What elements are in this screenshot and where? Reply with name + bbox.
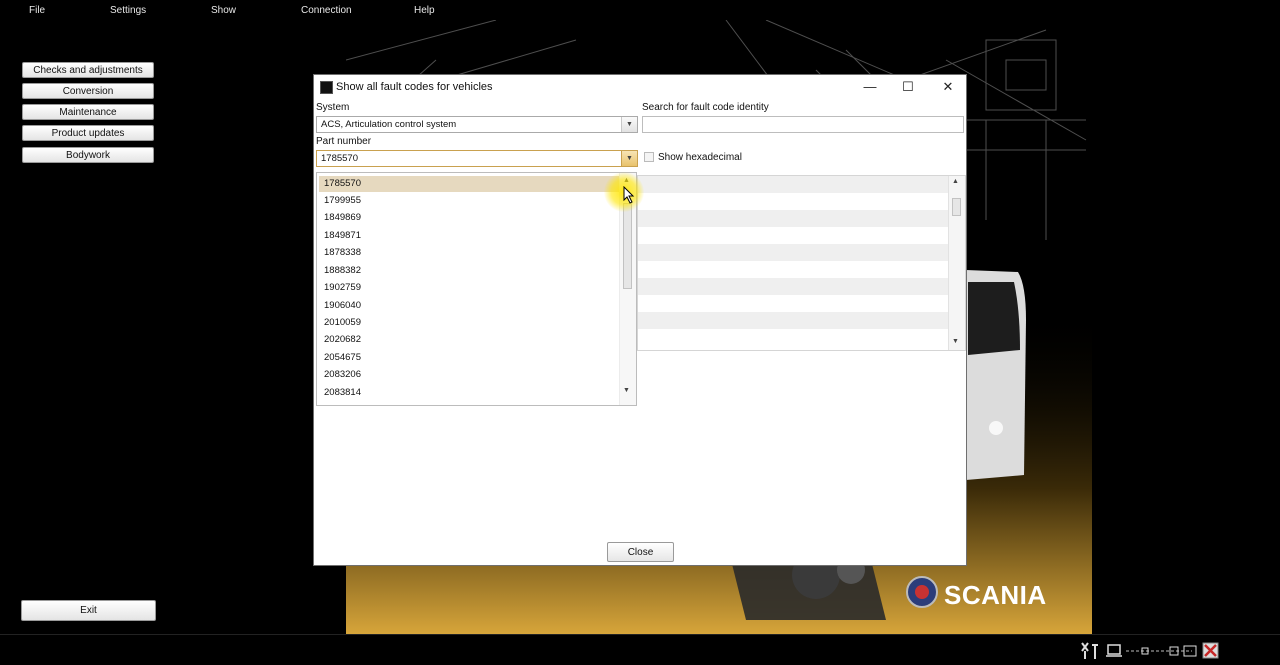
list-item[interactable]: 2083206 bbox=[319, 367, 619, 383]
list-item[interactable]: 2054675 bbox=[319, 350, 619, 366]
mouse-pointer-icon bbox=[623, 186, 635, 204]
search-fault-code-input[interactable] bbox=[642, 116, 964, 133]
table-row[interactable] bbox=[638, 244, 950, 261]
menu-bar: File Settings Show Connection Help bbox=[0, 0, 1280, 22]
list-item[interactable]: 1878338 bbox=[319, 245, 619, 261]
system-select[interactable]: ACS, Articulation control system ▼ bbox=[316, 116, 638, 133]
product-updates-button[interactable]: Product updates bbox=[22, 125, 154, 141]
list-item[interactable]: 1906040 bbox=[319, 298, 619, 314]
scrollbar-thumb[interactable] bbox=[952, 198, 961, 216]
list-item[interactable]: 2010059 bbox=[319, 315, 619, 331]
show-hexadecimal-checkbox[interactable] bbox=[644, 152, 654, 162]
close-button[interactable]: Close bbox=[607, 542, 674, 562]
exit-button[interactable]: Exit bbox=[21, 600, 156, 621]
app-icon bbox=[320, 81, 333, 94]
dialog-title: Show all fault codes for vehicles bbox=[336, 81, 493, 93]
table-row[interactable] bbox=[638, 261, 950, 278]
conversion-button[interactable]: Conversion bbox=[22, 83, 154, 99]
scroll-up-icon[interactable]: ▲ bbox=[952, 178, 959, 185]
table-scrollbar[interactable]: ▲ ▼ bbox=[948, 176, 965, 350]
interface-status-icon bbox=[1106, 644, 1197, 657]
maximize-icon[interactable]: ☐ bbox=[896, 78, 920, 96]
scania-wordmark: SCANIA bbox=[944, 580, 1047, 610]
list-item[interactable]: 2020682 bbox=[319, 332, 619, 348]
chevron-down-icon[interactable]: ▼ bbox=[621, 151, 637, 166]
chevron-down-icon[interactable]: ▼ bbox=[621, 117, 637, 132]
maintenance-button[interactable]: Maintenance bbox=[22, 104, 154, 120]
part-number-select-value: 1785570 bbox=[321, 153, 358, 164]
table-row[interactable] bbox=[638, 210, 950, 227]
menu-connection[interactable]: Connection bbox=[301, 5, 352, 16]
checks-and-adjustments-button[interactable]: Checks and adjustments bbox=[22, 62, 154, 78]
connection-tools-icon[interactable] bbox=[1078, 641, 1102, 661]
menu-show[interactable]: Show bbox=[211, 5, 236, 16]
bodywork-button[interactable]: Bodywork bbox=[22, 147, 154, 163]
list-item[interactable]: 1902759 bbox=[319, 280, 619, 296]
menu-help[interactable]: Help bbox=[414, 5, 435, 16]
table-row[interactable] bbox=[638, 176, 950, 193]
part-number-dropdown-list[interactable]: 1785570 1799955 1849869 1849871 1878338 … bbox=[316, 172, 637, 406]
show-hexadecimal-label: Show hexadecimal bbox=[658, 152, 742, 163]
menu-settings[interactable]: Settings bbox=[110, 5, 146, 16]
list-item[interactable]: 1799955 bbox=[319, 193, 619, 209]
scrollbar-thumb[interactable] bbox=[623, 203, 632, 289]
table-row[interactable] bbox=[638, 295, 950, 312]
list-item[interactable]: 1888382 bbox=[319, 263, 619, 279]
part-number-select[interactable]: 1785570 ▼ bbox=[316, 150, 638, 167]
close-icon[interactable]: ✕ bbox=[936, 78, 960, 96]
list-item[interactable]: 1785570 bbox=[319, 176, 619, 192]
menu-file[interactable]: File bbox=[29, 5, 45, 16]
fault-codes-table[interactable]: ▲ ▼ bbox=[637, 175, 966, 351]
vehicle-disconnected-icon[interactable] bbox=[1202, 642, 1219, 659]
system-label: System bbox=[316, 102, 350, 113]
table-row[interactable] bbox=[638, 278, 950, 295]
minimize-icon[interactable]: — bbox=[858, 78, 882, 96]
scroll-down-icon[interactable]: ▼ bbox=[623, 387, 630, 394]
scroll-down-icon[interactable]: ▼ bbox=[952, 338, 959, 345]
part-number-label: Part number bbox=[316, 136, 372, 147]
table-row[interactable] bbox=[638, 312, 950, 329]
list-item[interactable]: 1849869 bbox=[319, 210, 619, 226]
table-row[interactable] bbox=[638, 227, 950, 244]
system-select-value: ACS, Articulation control system bbox=[321, 119, 457, 130]
search-label: Search for fault code identity bbox=[642, 102, 769, 113]
status-bar bbox=[0, 634, 1280, 665]
table-row[interactable] bbox=[638, 193, 950, 210]
list-item[interactable]: 1849871 bbox=[319, 228, 619, 244]
list-item[interactable]: 2083814 bbox=[319, 385, 619, 401]
